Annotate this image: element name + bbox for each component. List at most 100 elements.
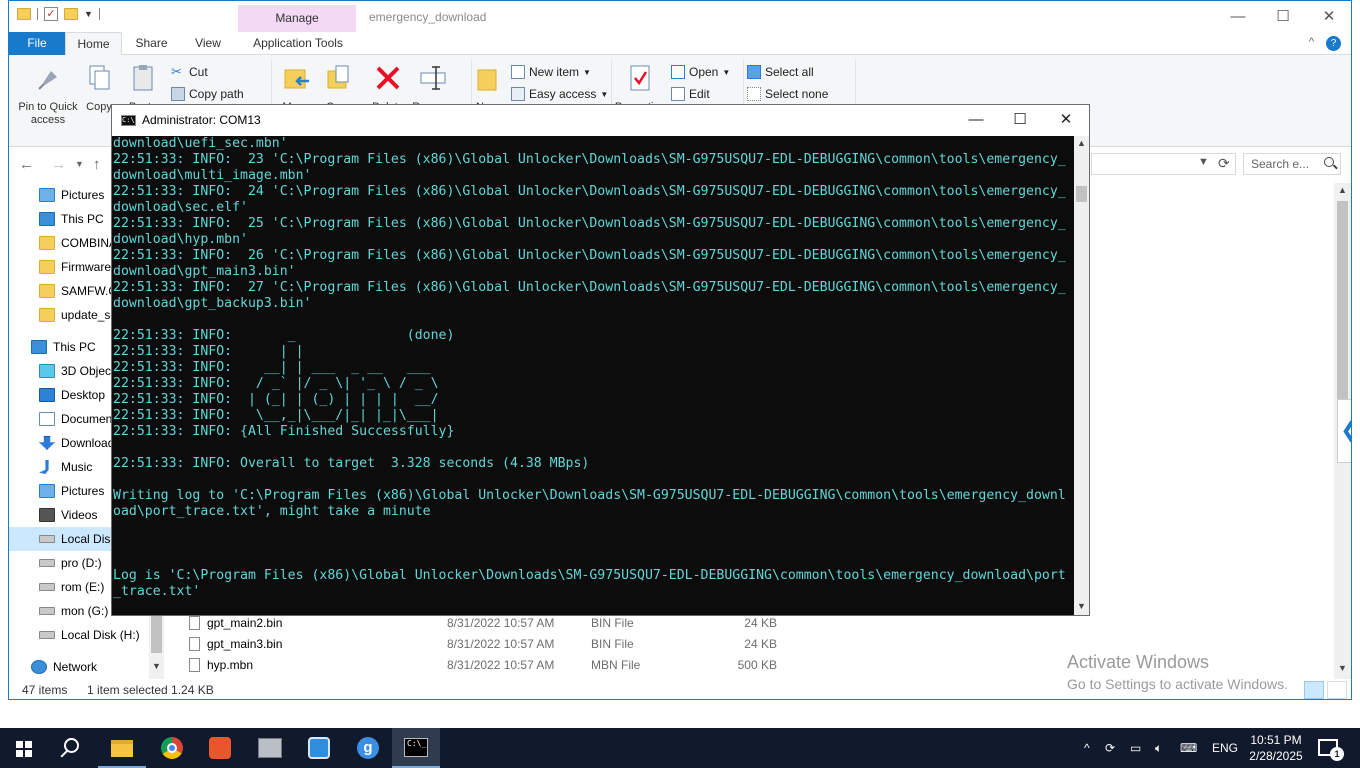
nav-item-network[interactable]: Network [9,655,149,679]
pin-to-quick-access-button[interactable]: Pin to Quick access [13,63,83,127]
chevron-up-icon[interactable]: ^ [1309,36,1314,51]
back-arrow-icon[interactable]: ← [19,156,34,173]
console-line: 22:51:33: INFO: __| | ___ _ __ ___ [113,360,431,375]
new-item-button[interactable]: New item ▼ [511,63,591,81]
address-bar[interactable]: ▼ ⟳ [1091,153,1236,175]
console-line: download\multi_image.mbn' [113,168,312,183]
sync-status-icon[interactable]: ⟳ [1105,728,1115,768]
nav-label: This PC [61,212,104,226]
tab-share[interactable]: Share [129,32,174,55]
file-date: 8/31/2022 10:57 AM [447,637,555,651]
console-line: 22:51:33: INFO: _ (done) [113,328,455,343]
scissors-icon: ✂ [171,64,182,79]
file-type: BIN File [591,616,634,630]
refresh-icon[interactable]: ⟳ [1218,155,1230,172]
console-line: download\uefi_sec.mbn' [113,136,288,151]
scroll-up-icon[interactable]: ▲ [1077,138,1086,148]
console-line: download\hyp.mbn' [113,232,248,247]
network-icon[interactable]: ▭ [1130,728,1141,768]
chevron-down-icon[interactable]: ▼ [84,9,93,19]
volume-icon[interactable]: 🔈︎ [1155,728,1162,768]
new-folder-icon[interactable] [64,8,78,20]
clock[interactable]: 10:51 PM 2/28/2025 [1246,732,1306,764]
nav-label: Local Disk (H:) [61,628,140,642]
search-input[interactable]: Search e... [1243,153,1341,175]
chevron-down-icon[interactable]: ▼ [1198,156,1209,168]
cut-button[interactable]: ✂ Cut [171,63,208,81]
details-view-icon[interactable] [1304,681,1324,699]
nav-item-local-disk-h[interactable]: Local Disk (H:) [9,623,149,647]
rename-icon [420,66,446,90]
close-button[interactable]: ✕ [1314,7,1344,27]
properties-check-icon[interactable]: ✓ [44,7,58,21]
file-date: 8/31/2022 10:57 AM [447,658,555,672]
select-none-button[interactable]: Select none [747,85,828,103]
forward-arrow-icon[interactable]: → [51,156,66,173]
side-panel-chevron-left-icon[interactable]: ❮ [1337,399,1351,463]
keyboard-icon[interactable]: ⌨ [1180,728,1197,768]
language-indicator[interactable]: ENG [1212,728,1238,768]
recent-chevron-icon[interactable]: ▼ [75,159,84,169]
help-icon[interactable]: ? [1326,36,1341,51]
search-button[interactable] [48,728,96,768]
scroll-up-icon[interactable]: ▲ [1338,185,1347,195]
tab-home[interactable]: Home [65,32,122,56]
minimize-button[interactable]: — [962,110,990,130]
scrollbar-thumb[interactable] [1076,186,1087,202]
easy-access-button[interactable]: Easy access ▼ [511,85,608,103]
console-titlebar[interactable]: C:\ Administrator: COM13 — ☐ ✕ [112,105,1089,136]
show-hidden-icons[interactable]: ^ [1084,728,1090,768]
nav-label: COMBINA [61,236,118,250]
new-item-icon [511,65,525,79]
file-row[interactable]: gpt_main3.bin 8/31/2022 10:57 AM BIN Fil… [184,634,1084,655]
taskbar-global-unlocker[interactable]: g [344,728,392,768]
ribbon-tools: ^ ? [1309,36,1341,51]
maximize-button[interactable]: ☐ [1268,7,1298,27]
clock-date: 2/28/2025 [1249,749,1303,763]
open-icon [671,65,685,79]
taskbar-app-device[interactable] [246,728,294,768]
manage-contextual-tab[interactable]: Manage [238,5,356,32]
minimize-button[interactable]: — [1223,7,1253,27]
tab-view[interactable]: View [187,32,229,55]
select-all-button[interactable]: Select all [747,63,814,81]
console-line: oad\port_trace.txt', might take a minute [113,504,431,519]
folder-icon[interactable] [17,8,31,20]
watermark-title: Activate Windows [1067,652,1210,672]
taskbar-console[interactable]: C:\_ [392,728,440,768]
drive-icon [39,583,55,591]
taskbar-app-blue[interactable] [295,728,343,768]
taskbar: g C:\_ ^ ⟳ ▭ 🔈︎ ⌨ ENG 10:51 PM 2/28/2025… [0,728,1360,768]
close-button[interactable]: ✕ [1052,110,1080,130]
search-icon [64,738,79,753]
taskbar-file-explorer[interactable] [98,728,146,768]
edit-icon [671,87,685,101]
maximize-button[interactable]: ☐ [1006,110,1034,130]
taskbar-app-orange[interactable] [196,728,244,768]
file-row[interactable]: hyp.mbn 8/31/2022 10:57 AM MBN File 500 … [184,655,1084,676]
start-button[interactable] [0,728,48,768]
large-icons-view-icon[interactable] [1327,681,1347,699]
item-count: 47 items [22,683,68,697]
taskbar-chrome[interactable] [148,728,196,768]
copy-path-button[interactable]: Copy path [171,85,244,103]
easy-access-icon [511,87,525,101]
clock-time: 10:51 PM [1250,733,1302,747]
scroll-down-icon[interactable]: ▼ [1077,601,1086,611]
file-size: 24 KB [744,637,777,651]
selection-info: 1 item selected 1.24 KB [87,683,214,697]
edit-button[interactable]: Edit [671,85,710,103]
up-arrow-icon[interactable]: ↑ [93,156,101,173]
scrollbar-thumb[interactable] [1337,201,1348,411]
tab-file[interactable]: File [9,32,65,55]
console-output[interactable]: download\uefi_sec.mbn' 22:51:33: INFO: 23… [112,136,1074,615]
file-row[interactable]: gpt_main2.bin 8/31/2022 10:57 AM BIN Fil… [184,613,1084,634]
tab-application-tools[interactable]: Application Tools [245,32,351,55]
scroll-down-icon[interactable]: ▼ [1338,663,1347,673]
scrollbar-thumb[interactable] [151,613,162,653]
open-button[interactable]: Open ▼ [671,63,730,81]
console-scrollbar[interactable]: ▲ ▼ [1074,136,1089,615]
pin-label: Pin to Quick access [18,101,78,126]
scroll-down-icon[interactable]: ▼ [152,661,161,671]
